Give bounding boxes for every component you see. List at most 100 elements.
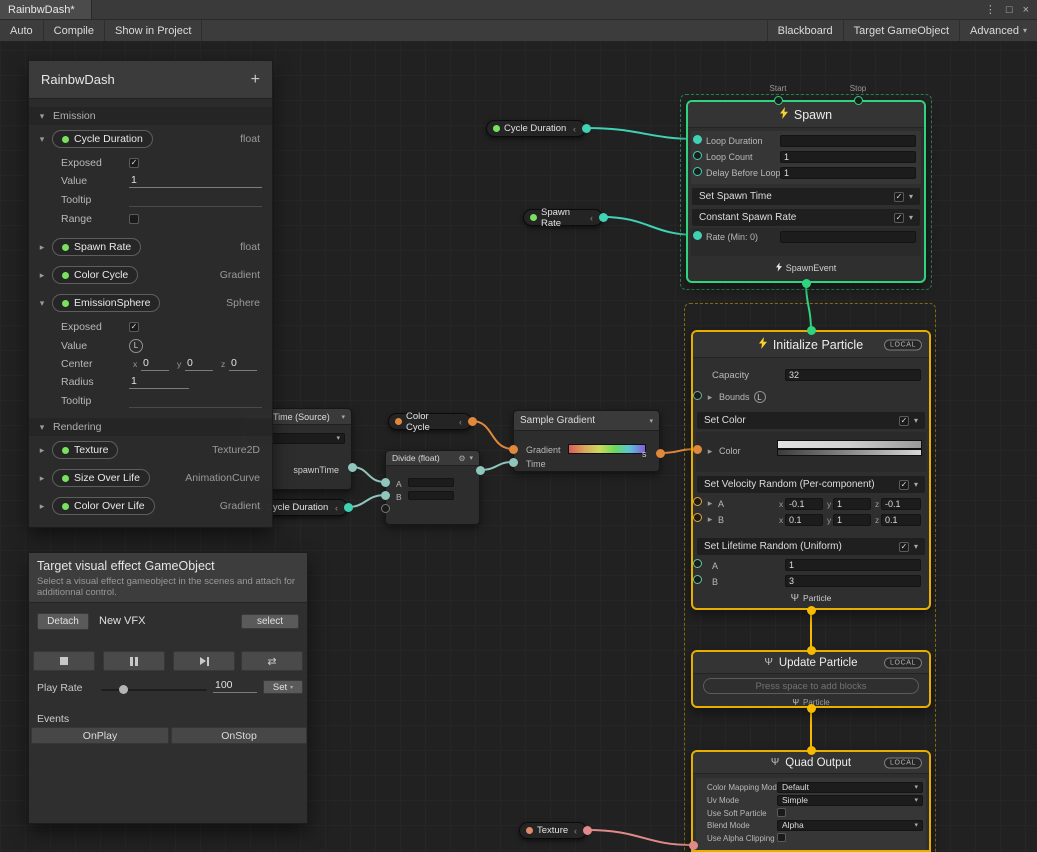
velocity-b-x-field[interactable]: 0.1 [785,514,823,526]
fold-open-icon[interactable]: ▾ [37,134,47,145]
set-color-checkbox[interactable]: ✓ [899,416,909,426]
uv-mode-dropdown[interactable]: Simple▾ [777,795,923,806]
target-gameobject-panel[interactable]: Target visual effect GameObject Select a… [28,552,308,824]
property-row-cycle-duration[interactable]: ▾ Cycle Duration float [29,129,272,149]
caret-down-icon[interactable]: ▾ [909,192,913,201]
advanced-button[interactable]: Advanced▾ [959,20,1037,41]
compile-button[interactable]: Compile [44,20,105,41]
sample-gradient-header[interactable]: Sample Gradient ▾ [514,411,659,431]
property-pill-cycle-duration[interactable]: Cycle Duration [52,130,153,148]
fold-open-icon[interactable]: ▾ [37,111,47,122]
fold-closed-icon[interactable]: ▸ [705,514,715,525]
collapse-icon[interactable]: ‹ [574,826,577,836]
collapse-icon[interactable]: ‹ [335,503,338,513]
port-spawn-output[interactable] [802,279,811,288]
link-badge[interactable]: L [754,391,766,403]
fold-closed-icon[interactable]: ▸ [705,392,715,403]
property-row-size-over-life[interactable]: ▸ Size Over Life AnimationCurve [29,468,272,488]
detach-button[interactable]: Detach [37,613,89,630]
port-pill-texture[interactable] [583,826,592,835]
fold-closed-icon[interactable]: ▸ [37,473,47,484]
step-button[interactable] [173,651,235,671]
divide-b-field[interactable] [408,491,454,500]
port-pill-cycle-duration-2[interactable] [344,503,353,512]
constant-spawn-rate-block[interactable]: Constant Spawn Rate ✓▾ [692,209,920,226]
lifetime-a-field[interactable]: 1 [785,559,921,571]
update-node[interactable]: Ψ Update Particle LOCAL Press space to a… [691,650,931,708]
fold-closed-icon[interactable]: ▸ [705,498,715,509]
center-y-field[interactable]: 0 [185,357,213,371]
velocity-b-y-field[interactable]: 1 [833,514,871,526]
maximize-icon[interactable]: □ [1006,4,1013,16]
caret-down-icon[interactable]: ▾ [914,416,918,425]
gradient-swatch[interactable] [568,444,646,454]
divide-operator[interactable]: Divide (float) ⚙ ▾ A B [385,450,480,525]
fold-closed-icon[interactable]: ▸ [705,446,715,457]
velocity-a-x-field[interactable]: -0.1 [785,498,823,510]
pill-color-cycle[interactable]: Color Cycle ‹ [388,413,472,430]
collapse-icon[interactable]: ‹ [590,213,593,223]
edge-spawntime-to-divide-a[interactable] [352,467,385,482]
set-play-rate-button[interactable]: Set ▾ [263,680,303,694]
port-lifetime-a[interactable] [693,559,702,568]
center-z-field[interactable]: 0 [229,357,257,371]
initialize-node[interactable]: Initialize Particle LOCAL Capacity 32 ▸ … [691,330,931,610]
capacity-field[interactable]: 32 [785,369,921,381]
port-pill-cycle-duration[interactable] [582,124,591,133]
pill-texture[interactable]: Texture ‹ [519,822,587,839]
range-checkbox[interactable] [129,214,139,224]
menu-icon[interactable]: ⋮ [985,3,996,16]
sample-gradient-operator[interactable]: Sample Gradient ▾ Gradient Time s [513,410,660,472]
set-velocity-checkbox[interactable]: ✓ [899,480,909,490]
property-row-texture[interactable]: ▸ Texture Texture2D [29,440,272,460]
color-gradient-swatch[interactable] [777,440,922,449]
onstop-button[interactable]: OnStop [171,727,307,744]
fold-closed-icon[interactable]: ▸ [37,501,47,512]
center-x-field[interactable]: 0 [141,357,169,371]
edge-cycle-duration-to-divide-b[interactable] [348,495,385,507]
port-sample-gradient-output[interactable] [656,449,665,458]
property-row-emission-sphere[interactable]: ▾ EmissionSphere Sphere [29,293,272,313]
port-delay-before-loop[interactable] [693,167,702,176]
set-lifetime-block[interactable]: Set Lifetime Random (Uniform) ✓▾ [697,538,925,555]
divide-a-field[interactable] [408,478,454,487]
pill-spawn-rate[interactable]: Spawn Rate ‹ [523,209,603,226]
port-velocity-a[interactable] [693,497,702,506]
property-row-spawn-rate[interactable]: ▸ Spawn Rate float [29,237,272,257]
play-rate-field[interactable]: 100 [213,679,257,693]
blackboard-toggle-button[interactable]: Blackboard [767,20,843,41]
pause-button[interactable] [103,651,165,671]
port-divide-b[interactable] [381,491,390,500]
add-property-button[interactable]: + [251,71,260,89]
add-blocks-placeholder[interactable]: Press space to add blocks [703,678,919,694]
port-initialize-input[interactable] [807,326,816,335]
port-divide-a[interactable] [381,478,390,487]
gear-icon[interactable]: ⚙ [458,454,465,463]
port-pill-color-cycle[interactable] [468,417,477,426]
caret-down-icon[interactable]: ▾ [909,213,913,222]
tooltip-field[interactable] [129,394,262,408]
blend-mode-dropdown[interactable]: Alpha▾ [777,820,923,831]
port-time-input[interactable] [509,458,518,467]
color-mapping-dropdown[interactable]: Default▾ [777,782,923,793]
velocity-a-y-field[interactable]: 1 [833,498,871,510]
property-pill-emission-sphere[interactable]: EmissionSphere [52,294,160,312]
fold-closed-icon[interactable]: ▸ [37,445,47,456]
onplay-button[interactable]: OnPlay [31,727,169,744]
property-pill-spawn-rate[interactable]: Spawn Rate [52,238,141,256]
radius-field[interactable]: 1 [129,375,189,389]
fold-closed-icon[interactable]: ▸ [37,270,47,281]
port-initialize-output[interactable] [807,606,816,615]
set-color-block[interactable]: Set Color ✓▾ [697,412,925,429]
port-quad-input[interactable] [807,746,816,755]
restart-button[interactable]: ⇄ [241,651,303,671]
tooltip-field[interactable] [129,193,262,207]
close-icon[interactable]: × [1023,4,1029,16]
value-field[interactable]: 1 [129,174,262,188]
collapse-icon[interactable]: ‹ [459,417,462,427]
fold-closed-icon[interactable]: ▸ [37,242,47,253]
section-rendering[interactable]: ▾ Rendering [29,418,272,436]
blackboard-panel[interactable]: RainbwDash + ▾ Emission ▾ Cycle Duration… [28,60,273,528]
port-velocity-b[interactable] [693,513,702,522]
edge-texture-to-quad[interactable] [587,830,691,845]
